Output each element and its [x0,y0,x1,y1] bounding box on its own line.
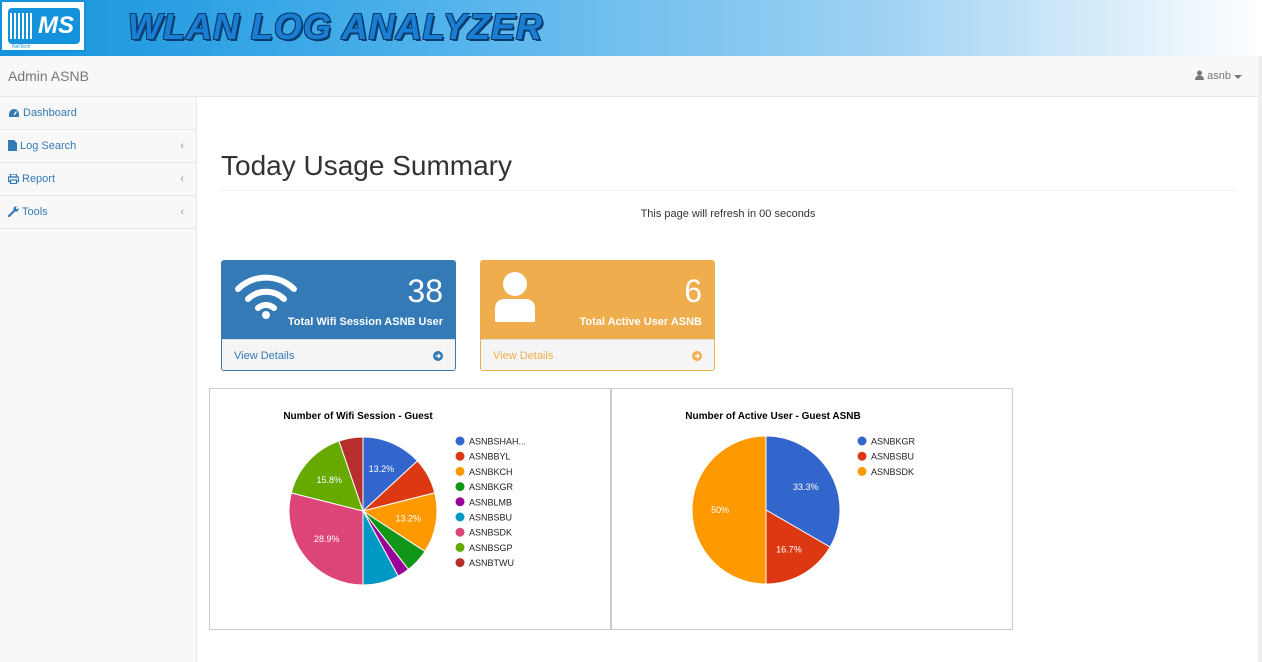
legend-label[interactable]: ASNBLMB [469,497,512,507]
wrench-icon [7,206,19,218]
page-header: Today Usage Summary [221,150,1235,191]
wifi-session-count: 38 [407,273,443,309]
legend-marker [455,436,465,446]
chevron-left-icon: ‹ [180,206,184,218]
slice-label: 16.7% [776,545,802,555]
sidebar-item-report[interactable]: Report ‹ [0,163,196,196]
slice-label: 50% [711,505,729,515]
navbar-brand[interactable]: Admin ASNB [8,68,89,84]
arrow-circle-right-icon [692,351,702,361]
slice-label: 13.2% [369,464,395,474]
legend-label[interactable]: ASNBSBU [871,452,914,462]
user-icon [1195,70,1205,80]
scrollbar[interactable] [1258,56,1262,662]
arrow-circle-right-icon [433,351,443,361]
sidebar-item-dashboard[interactable]: Dashboard [0,97,196,130]
file-icon [8,140,17,151]
legend-label[interactable]: ASNBBYL [469,452,511,462]
sidebar-item-label: Log Search [20,140,77,152]
logo-subtext: NetTech [12,44,31,50]
legend-label[interactable]: ASNBSBU [469,513,512,523]
chart-title: Number of Wifi Session - Guest [283,411,433,422]
header-banner: MS NetTech WLAN LOG ANALYZER [0,0,1262,56]
legend-marker [455,558,465,568]
page-title: Today Usage Summary [221,150,513,181]
legend-marker [857,466,867,476]
legend-marker [455,466,465,476]
active-user-count: 6 [684,273,702,309]
sidebar-item-tools[interactable]: Tools ‹ [0,196,196,229]
legend-label[interactable]: ASNBKCH [469,467,513,477]
user-name: asnb [1207,70,1231,82]
legend-label[interactable]: ASNBSDK [871,467,914,477]
legend-label[interactable]: ASNBTWU [469,558,514,568]
legend-marker [455,527,465,537]
chart-title: Number of Active User - Guest ASNB [685,411,860,422]
legend-label[interactable]: ASNBSHAH... [469,437,526,447]
legend-marker [455,451,465,461]
panel-heading: 38 Total Wifi Session ASNB User [222,261,455,339]
slice-label: 15.8% [316,475,342,485]
legend-marker [455,542,465,552]
active-user-panel: 6 Total Active User ASNB View Details [480,260,715,371]
print-icon [7,173,20,185]
wifi-session-pie-chart: Number of Wifi Session - Guest 13.2% 13.2%… [209,388,611,630]
chevron-left-icon: ‹ [180,140,184,152]
user-menu[interactable]: asnb [1195,70,1242,82]
sidebar-item-label: Dashboard [23,107,77,119]
wifi-session-label: Total Wifi Session ASNB User [287,316,443,328]
view-details-label: View Details [234,350,295,362]
dashboard-icon [9,109,19,117]
wifi-session-chart-svg: Number of Wifi Session - Guest 13.2% 13.2%… [283,411,526,586]
logo-text: MS [38,12,74,39]
view-details-label: View Details [493,350,554,362]
legend-label[interactable]: ASNBKGR [469,482,514,492]
user-icon [495,272,535,322]
wifi-icon [235,274,297,319]
sidebar-item-label: Report [22,173,56,185]
caret-down-icon [1234,75,1242,79]
legend-marker [857,451,867,461]
chevron-left-icon: ‹ [180,173,184,185]
company-logo[interactable]: MS NetTech [0,0,86,52]
active-user-pie-chart: Number of Active User - Guest ASNB 33.3% 1… [611,388,1013,630]
view-details-link[interactable]: View Details [481,339,714,370]
legend-marker [455,482,465,492]
legend-marker [857,436,867,446]
top-navbar: Admin ASNB asnb [0,56,1262,97]
legend-marker [455,497,465,507]
legend-label[interactable]: ASNBKGR [871,437,916,447]
legend-marker [455,512,465,522]
slice-label: 33.3% [793,482,819,492]
panel-heading: 6 Total Active User ASNB [481,261,714,339]
slice-label: 13.2% [395,514,421,524]
legend-label[interactable]: ASNBSDK [469,528,512,538]
active-user-chart-svg: Number of Active User - Guest ASNB 33.3% 1… [685,411,916,585]
barcode-icon [10,13,32,39]
wifi-session-panel: 38 Total Wifi Session ASNB User View Det… [221,260,456,371]
sidebar: Dashboard Log Search ‹ Report ‹ Tools ‹ [0,97,197,662]
sidebar-item-label: Tools [22,206,48,218]
refresh-notice: This page will refresh in 00 seconds [640,208,816,220]
view-details-link[interactable]: View Details [222,339,455,370]
slice-label: 28.9% [314,534,340,544]
sidebar-item-log-search[interactable]: Log Search ‹ [0,130,196,163]
legend-label[interactable]: ASNBSGP [469,543,513,553]
active-user-label: Total Active User ASNB [579,316,702,328]
app-title: WLAN LOG ANALYZER [128,6,543,47]
